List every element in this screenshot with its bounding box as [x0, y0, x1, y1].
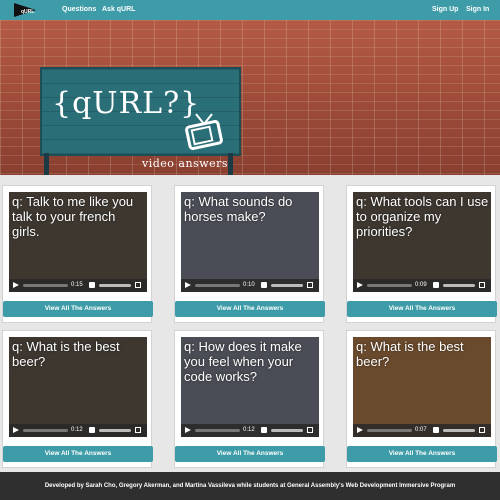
volume-icon[interactable]: [89, 282, 95, 288]
logo[interactable]: qURL: [14, 3, 36, 17]
question-card: q: What tools can I use to organize my p…: [346, 185, 497, 323]
question-card: q: What is the best beer? 0:12 View All …: [2, 330, 153, 468]
video-time: 0:15: [71, 282, 83, 288]
hero-banner: {qURL?} video answers: [0, 20, 500, 175]
fullscreen-icon[interactable]: [135, 427, 141, 433]
volume-slider[interactable]: [443, 429, 475, 432]
question-text: q: What is the best beer?: [12, 339, 120, 369]
question-card: q: What is the best beer? 0:07 View All …: [346, 330, 497, 468]
volume-slider[interactable]: [271, 284, 303, 287]
video-time: 0:10: [243, 282, 255, 288]
video-player[interactable]: q: What is the best beer?: [9, 337, 147, 437]
footer: Developed by Sarah Cho, Gregory Akerman,…: [0, 472, 500, 500]
video-player[interactable]: q: What is the best beer?: [353, 337, 491, 437]
progress-bar[interactable]: [367, 284, 412, 287]
volume-icon[interactable]: [261, 282, 267, 288]
nav-ask-qurl[interactable]: Ask qURL: [102, 6, 135, 13]
fullscreen-icon[interactable]: [479, 282, 485, 288]
volume-slider[interactable]: [99, 284, 131, 287]
video-player[interactable]: q: Talk to me like you talk to your fren…: [9, 192, 147, 292]
question-text: q: What sounds do horses make?: [184, 194, 293, 224]
view-answers-button[interactable]: View All The Answers: [3, 446, 153, 462]
fullscreen-icon[interactable]: [307, 282, 313, 288]
fullscreen-icon[interactable]: [135, 282, 141, 288]
top-navbar: qURL Questions Ask qURL Sign Up Sign In: [0, 0, 500, 20]
video-controls: 0:10: [181, 279, 319, 292]
progress-bar[interactable]: [195, 429, 240, 432]
fullscreen-icon[interactable]: [307, 427, 313, 433]
volume-icon[interactable]: [433, 282, 439, 288]
video-time: 0:07: [415, 427, 427, 433]
hero-tagline: video answers: [142, 157, 229, 170]
play-icon[interactable]: [13, 282, 19, 288]
view-answers-button[interactable]: View All The Answers: [347, 301, 497, 317]
question-text: q: What tools can I use to organize my p…: [356, 194, 489, 239]
view-answers-button[interactable]: View All The Answers: [175, 446, 325, 462]
question-card: q: Talk to me like you talk to your fren…: [2, 185, 153, 323]
logo-text: qURL: [21, 9, 34, 15]
nav-sign-up[interactable]: Sign Up: [432, 6, 458, 13]
view-answers-button[interactable]: View All The Answers: [3, 301, 153, 317]
nav-sign-in[interactable]: Sign In: [466, 6, 489, 13]
play-icon[interactable]: [357, 427, 363, 433]
video-controls: 0:12: [181, 424, 319, 437]
progress-bar[interactable]: [367, 429, 412, 432]
volume-slider[interactable]: [443, 284, 475, 287]
video-time: 0:12: [243, 427, 255, 433]
hero-brand: {qURL?}: [52, 86, 201, 121]
progress-bar[interactable]: [23, 284, 68, 287]
volume-slider[interactable]: [99, 429, 131, 432]
bench-leg: [228, 153, 233, 175]
video-time: 0:12: [71, 427, 83, 433]
volume-slider[interactable]: [271, 429, 303, 432]
volume-icon[interactable]: [433, 427, 439, 433]
question-text: q: What is the best beer?: [356, 339, 464, 369]
view-answers-button[interactable]: View All The Answers: [347, 446, 497, 462]
video-controls: 0:12: [9, 424, 147, 437]
play-icon[interactable]: [185, 427, 191, 433]
progress-bar[interactable]: [23, 429, 68, 432]
nav-questions[interactable]: Questions: [62, 6, 96, 13]
play-icon[interactable]: [13, 427, 19, 433]
tv-icon: [185, 113, 223, 150]
view-answers-button[interactable]: View All The Answers: [175, 301, 325, 317]
volume-icon[interactable]: [261, 427, 267, 433]
progress-bar[interactable]: [195, 284, 240, 287]
question-text: q: Talk to me like you talk to your fren…: [12, 194, 134, 239]
fullscreen-icon[interactable]: [479, 427, 485, 433]
question-text: q: How does it make you feel when your c…: [184, 339, 302, 384]
play-icon[interactable]: [357, 282, 363, 288]
question-card: q: What sounds do horses make? 0:10 View…: [174, 185, 325, 323]
video-controls: 0:15: [9, 279, 147, 292]
video-controls: 0:09: [353, 279, 491, 292]
video-player[interactable]: q: What sounds do horses make?: [181, 192, 319, 292]
volume-icon[interactable]: [89, 427, 95, 433]
video-player[interactable]: q: What tools can I use to organize my p…: [353, 192, 491, 292]
play-icon[interactable]: [185, 282, 191, 288]
video-time: 0:09: [415, 282, 427, 288]
question-card: q: How does it make you feel when your c…: [174, 330, 325, 468]
bench-leg: [44, 153, 49, 175]
video-controls: 0:07: [353, 424, 491, 437]
video-player[interactable]: q: How does it make you feel when your c…: [181, 337, 319, 437]
